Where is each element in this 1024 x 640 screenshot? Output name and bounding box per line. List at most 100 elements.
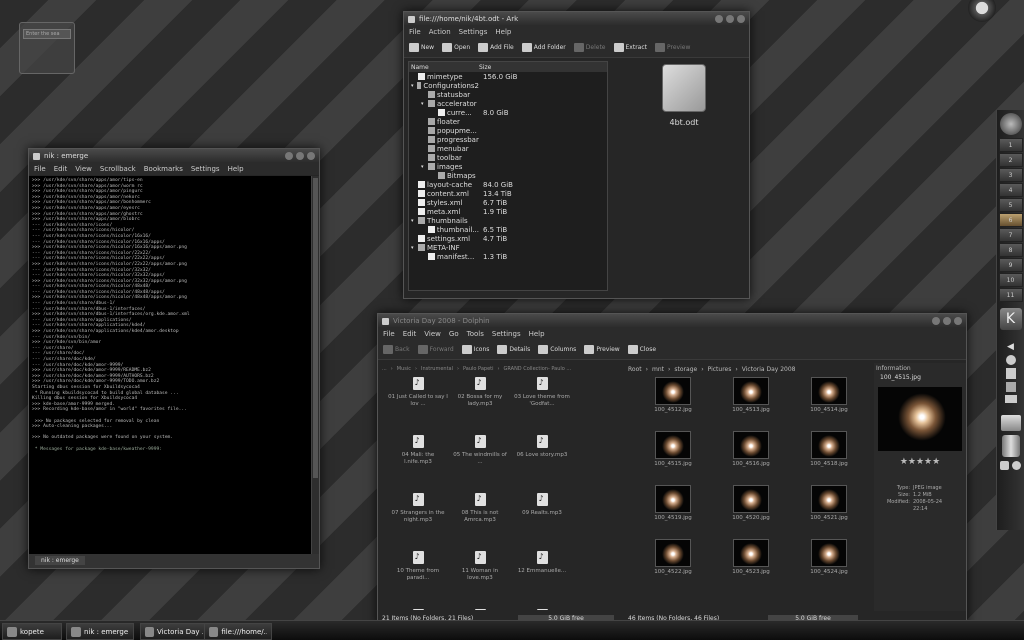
breadcrumb-item[interactable]: ...	[382, 366, 387, 372]
volume-icon[interactable]: ◀	[1006, 342, 1016, 352]
menu-item-file[interactable]: File	[409, 28, 421, 36]
breadcrumb-item[interactable]: Instrumental	[421, 366, 453, 372]
expand-arrow-icon[interactable]: ▾	[421, 101, 426, 107]
ark-titlebar[interactable]: file:///home/nik/4bt.odt - Ark	[404, 12, 749, 26]
image-file-item[interactable]: 100_4522.jpg	[638, 539, 708, 587]
music-file-item[interactable]: 11 Woman in love.mp3	[450, 551, 510, 605]
tree-row[interactable]: menubar	[409, 144, 607, 153]
menu-item-file[interactable]: File	[34, 165, 46, 173]
desktop-10-button[interactable]: 10	[998, 273, 1023, 287]
forward-button[interactable]: Forward	[417, 345, 454, 354]
menu-item-action[interactable]: Action	[429, 28, 451, 36]
terminal-tab[interactable]: nik : emerge	[29, 554, 319, 568]
tree-row[interactable]: styles.xml 6.7 TiB	[409, 198, 607, 207]
tree-row[interactable]: statusbar	[409, 90, 607, 99]
close-icon[interactable]	[954, 317, 962, 325]
image-file-item[interactable]: 100_4523.jpg	[716, 539, 786, 587]
tree-row[interactable]: settings.xml 4.7 TiB	[409, 234, 607, 243]
maximize-icon[interactable]	[726, 15, 734, 23]
desktop-2-button[interactable]: 2	[998, 153, 1023, 167]
image-file-item[interactable]: 100_4519.jpg	[638, 485, 708, 533]
breadcrumb-item[interactable]: storage	[674, 366, 697, 373]
image-file-item[interactable]: 100_4518.jpg	[794, 431, 864, 479]
music-pane[interactable]: 01 Just Called to say I lov ... 02 Bossa …	[382, 377, 620, 610]
delete-button[interactable]: Delete	[573, 43, 606, 52]
tree-row[interactable]: ▾ Configurations2	[409, 81, 607, 90]
menu-item-edit[interactable]: Edit	[403, 330, 417, 338]
desktop-7-button[interactable]: 7	[998, 228, 1023, 242]
image-file-item[interactable]: 100_4521.jpg	[794, 485, 864, 533]
music-file-item[interactable]: 04 Mali: the l.nife.mp3	[388, 435, 448, 489]
expand-arrow-icon[interactable]: ▾	[411, 245, 416, 251]
menu-item-settings[interactable]: Settings	[191, 165, 220, 173]
taskbar-item-victoria[interactable]: Victoria Day ...	[140, 623, 208, 640]
image-file-item[interactable]: 100_4524.jpg	[794, 539, 864, 587]
breadcrumb-item[interactable]: GRAND Collection- Paulo ...	[504, 366, 572, 372]
tree-row[interactable]: ▾ images	[409, 162, 607, 171]
trash-icon[interactable]	[1001, 435, 1020, 457]
music-file-item[interactable]: 10 Theme from paradi...	[388, 551, 448, 605]
terminal-scrollbar[interactable]	[311, 176, 319, 554]
kde-menu-icon[interactable]: K	[999, 308, 1022, 330]
menu-item-scrollback[interactable]: Scrollback	[100, 165, 136, 173]
menu-item-help[interactable]: Help	[228, 165, 244, 173]
icons-button[interactable]: Icons	[461, 345, 489, 354]
expand-arrow-icon[interactable]: ▾	[411, 218, 416, 224]
new-button[interactable]: New	[409, 43, 434, 52]
menu-item-tools[interactable]: Tools	[467, 330, 484, 338]
music-file-item[interactable]: 15 Aranjues mon Amo...	[512, 609, 572, 610]
desktop-4-button[interactable]: 4	[998, 183, 1023, 197]
tree-row[interactable]: thumbnail... 6.5 TiB	[409, 225, 607, 234]
chat-icon[interactable]	[1005, 355, 1016, 365]
desktop-search-input[interactable]: Enter the sea	[23, 29, 71, 39]
music-file-item[interactable]: 01 Just Called to say I lov ...	[388, 377, 448, 431]
taskbar-item-nik[interactable]: nik : emerge	[66, 623, 134, 640]
desktop-5-button[interactable]: 5	[998, 198, 1023, 212]
desktop-6-button[interactable]: 6	[998, 213, 1023, 227]
preview-button[interactable]: Preview	[655, 43, 690, 52]
taskbar-item-kopete[interactable]: kopete	[2, 623, 62, 640]
column-name[interactable]: Name	[409, 64, 479, 71]
menu-item-help[interactable]: Help	[495, 28, 511, 36]
close-icon[interactable]	[737, 15, 745, 23]
extract-button[interactable]: Extract	[613, 43, 647, 52]
tree-row[interactable]: popupme...	[409, 126, 607, 135]
maximize-icon[interactable]	[943, 317, 951, 325]
close-button[interactable]: Close	[627, 345, 656, 354]
open-button[interactable]: Open	[442, 43, 470, 52]
maximize-icon[interactable]	[296, 152, 304, 160]
menu-item-edit[interactable]: Edit	[54, 165, 68, 173]
tree-row[interactable]: mimetype 156.0 GiB	[409, 72, 607, 81]
music-file-item[interactable]: 08 This is not Amrca.mp3	[450, 493, 510, 547]
tree-row[interactable]: floater	[409, 117, 607, 126]
tree-row[interactable]: ▾ META-INF	[409, 243, 607, 252]
desktop-11-button[interactable]: 11	[998, 288, 1023, 302]
tree-row[interactable]: Bitmaps	[409, 171, 607, 180]
desktop-9-button[interactable]: 9	[998, 258, 1023, 272]
tree-row[interactable]: meta.xml 1.9 TiB	[409, 207, 607, 216]
breadcrumb-item[interactable]: Pictures	[708, 366, 732, 373]
back-button[interactable]: Back	[383, 345, 410, 354]
computer-icon[interactable]	[1000, 415, 1021, 431]
image-file-item[interactable]: 100_4514.jpg	[794, 377, 864, 425]
dolphin-titlebar[interactable]: Victoria Day 2008 - Dolphin	[378, 314, 966, 328]
details-button[interactable]: Details	[497, 345, 530, 354]
menu-item-settings[interactable]: Settings	[459, 28, 488, 36]
columns-button[interactable]: Columns	[538, 345, 576, 354]
tree-row[interactable]: ▾ accelerator	[409, 99, 607, 108]
tree-row[interactable]: progressbar	[409, 135, 607, 144]
menu-item-view[interactable]: View	[424, 330, 441, 338]
music-file-item[interactable]: 05 The windmills of ...	[450, 435, 510, 489]
music-file-item[interactable]: 03 Love theme from 'Godfat...	[512, 377, 572, 431]
tree-row[interactable]: manifest... 1.3 TiB	[409, 252, 607, 261]
tree-row[interactable]: layout-cache 84.0 GiB	[409, 180, 607, 189]
breadcrumb-item[interactable]: mnt	[652, 366, 664, 373]
lock-icon[interactable]	[1000, 461, 1009, 470]
clock-icon[interactable]	[999, 113, 1022, 135]
minimize-icon[interactable]	[285, 152, 293, 160]
close-icon[interactable]	[307, 152, 315, 160]
image-file-item[interactable]: 100_4513.jpg	[716, 377, 786, 425]
tree-row[interactable]: curre... 8.0 GiB	[409, 108, 607, 117]
menu-item-view[interactable]: View	[75, 165, 92, 173]
expand-arrow-icon[interactable]: ▾	[411, 83, 415, 89]
